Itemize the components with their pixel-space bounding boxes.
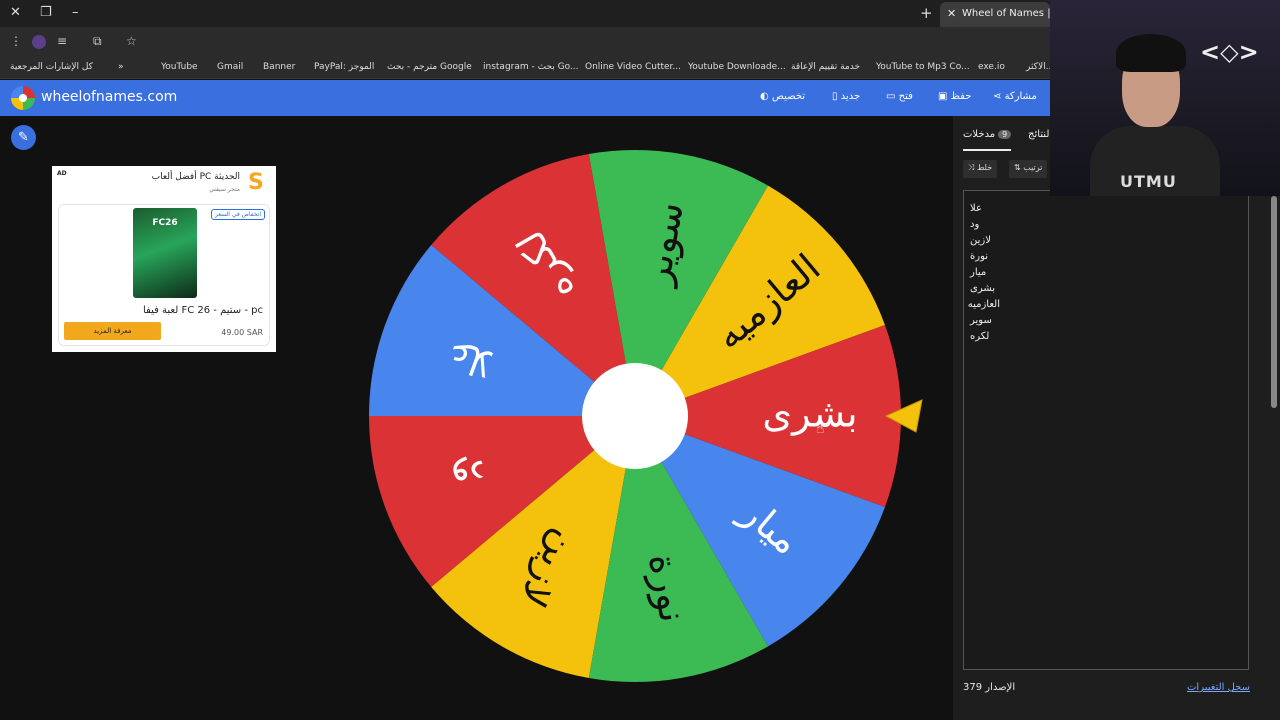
version-label: الإصدار [985,682,1016,693]
scrollbar[interactable] [1271,196,1277,408]
entries-textarea[interactable]: علا ود لازين نورة ميار بشرى العازميه سوير لكره [963,190,1249,670]
entry-line: ميار [970,267,987,278]
mouse-cursor-icon: ☝ [816,421,825,437]
version-info: 379 الإصدار [963,682,1015,693]
entry-line: سوير [970,315,992,326]
entries-sidebar: مدخلات 9 النتائج ⤨ خلط ⇅ ترتيب علا ود لازين… [953,116,1280,720]
entry-line: ود [970,219,980,230]
entry-line: نورة [970,251,989,262]
tab-entries[interactable]: مدخلات 9 [963,129,1012,151]
wheel-pointer-icon [884,399,923,433]
tab-entries-label: مدخلات [963,129,996,140]
shuffle-button[interactable]: ⤨ خلط [963,160,998,178]
wheel-segment-label: بشرى [762,392,857,437]
shirt-text: UTMU [1120,172,1177,191]
shuffle-label: خلط [976,163,993,172]
entry-line: لكره [970,331,990,342]
wheel-center-hub[interactable] [582,363,688,469]
webcam-overlay: UTMU <◇> [1050,0,1280,196]
sort-button[interactable]: ⇅ ترتيب [1009,160,1048,178]
neon-logo-icon: <◇> [1200,38,1259,66]
spin-wheel[interactable]: العازميه سوير لكره علا ود لازين نورة ميار بشرى [0,0,1050,720]
entry-line: علا [970,203,982,214]
changelog-link[interactable]: سجل التغييرات [1187,682,1250,693]
entries-count-badge: 9 [998,130,1012,139]
sort-label: ترتيب [1023,163,1043,172]
entry-line: لازين [970,235,991,246]
entry-line: العازميه [967,299,1000,310]
person-hair [1116,34,1186,72]
tab-results[interactable]: النتائج [1028,129,1052,140]
version-number: 379 [963,682,983,693]
entry-line: بشرى [970,283,996,294]
